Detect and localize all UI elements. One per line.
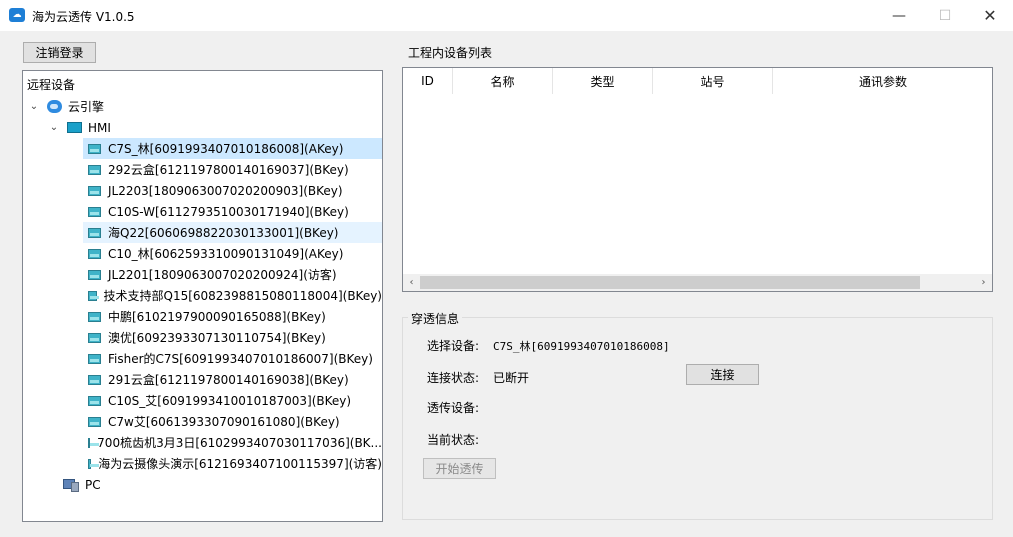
close-button[interactable]: ✕ — [967, 0, 1013, 31]
device-label: C7w艾[6061393307090161080](BKey) — [108, 415, 340, 429]
device-label: 291云盒[6121197800140169038](BKey) — [108, 373, 349, 387]
chevron-down-icon[interactable]: ⌄ — [47, 122, 61, 133]
tree-node-label: 云引擎 — [68, 100, 105, 114]
tree-item-device[interactable]: C7w艾[6061393307090161080](BKey) — [83, 411, 382, 432]
column-header-comm-params[interactable]: 通讯参数 — [773, 68, 992, 94]
scroll-right-icon[interactable]: › — [975, 274, 992, 291]
tree-item-device[interactable]: 海为云摄像头演示[6121693407100115397](访客) — [83, 453, 382, 474]
device-icon — [88, 416, 101, 427]
tree-node-label: PC — [85, 477, 101, 492]
tree-node-cloud[interactable]: ⌄ 云引擎 — [27, 96, 104, 117]
tree-item-device[interactable]: C10_林[6062593310090131049](AKey) — [83, 243, 382, 264]
select-device-label: 选择设备: — [427, 339, 480, 353]
device-list-label: 工程内设备列表 — [408, 46, 493, 60]
device-label: 中鹏[6102197900090165088](BKey) — [108, 310, 326, 324]
device-icon — [88, 374, 101, 385]
device-label: 澳优[6092393307130110754](BKey) — [108, 331, 326, 345]
tree-node-pc[interactable]: PC — [63, 474, 101, 495]
tree-item-device[interactable]: JL2201[1809063007020200924](访客) — [83, 264, 382, 285]
tree-item-device[interactable]: 海Q22[6060698822030133001](BKey) — [83, 222, 382, 243]
device-icon — [88, 164, 101, 175]
device-label: 700梳齿机3月3日[6102993407030117036](BK... — [97, 436, 382, 450]
device-label: Fisher的C7S[6091993407010186007](BKey) — [108, 352, 373, 366]
cloud-engine-icon — [47, 100, 62, 113]
start-passthrough-button[interactable]: 开始透传 — [423, 458, 496, 479]
device-label: C10S_艾[6091993410010187003](BKey) — [108, 394, 352, 408]
cloud-icon: ☁ — [9, 8, 25, 22]
tree-item-device[interactable]: JL2203[1809063007020200903](BKey) — [83, 180, 382, 201]
logout-button[interactable]: 注销登录 — [23, 42, 96, 63]
tree-item-device[interactable]: 技术支持部Q15[6082398815080118004](BKey) — [83, 285, 382, 306]
passthrough-group — [402, 317, 993, 520]
chevron-down-icon[interactable]: ⌄ — [27, 101, 41, 112]
horizontal-scrollbar[interactable]: ‹ › — [403, 274, 992, 291]
tree-node-hmi[interactable]: ⌄ HMI — [47, 117, 111, 138]
device-icon — [88, 206, 101, 217]
scroll-thumb[interactable] — [420, 276, 920, 289]
hmi-icon — [67, 122, 82, 133]
tree-item-device[interactable]: C10S-W[6112793510030171940](BKey) — [83, 201, 382, 222]
tree-item-device[interactable]: C10S_艾[6091993410010187003](BKey) — [83, 390, 382, 411]
device-icon — [88, 143, 101, 154]
device-icon — [88, 227, 101, 238]
title-bar: ☁ 海为云透传 V1.0.5 — ☐ ✕ — [0, 0, 1013, 31]
device-icon — [88, 395, 101, 406]
device-label: JL2201[1809063007020200924](访客) — [108, 268, 337, 282]
maximize-button[interactable]: ☐ — [922, 0, 968, 31]
device-label: C7S_林[6091993407010186008](AKey) — [108, 142, 344, 156]
device-label: 技术支持部Q15[6082398815080118004](BKey) — [103, 289, 383, 303]
close-icon: ✕ — [983, 6, 997, 25]
device-icon — [88, 290, 99, 301]
minimize-button[interactable]: — — [876, 0, 922, 31]
device-icon — [88, 269, 101, 280]
device-icon — [88, 437, 100, 448]
current-state-label: 当前状态: — [427, 433, 480, 447]
device-list-table[interactable]: ID 名称 类型 站号 通讯参数 ‹ › — [402, 67, 993, 292]
tree-item-device[interactable]: 291云盒[6121197800140169038](BKey) — [83, 369, 382, 390]
tree-node-label: HMI — [88, 120, 111, 135]
device-label: C10_林[6062593310090131049](AKey) — [108, 247, 344, 261]
device-icon — [88, 185, 101, 196]
passthrough-group-title: 穿透信息 — [408, 310, 463, 327]
maximize-icon: ☐ — [938, 7, 952, 24]
column-header-id[interactable]: ID — [403, 68, 453, 94]
tree-item-device[interactable]: 澳优[6092393307130110754](BKey) — [83, 327, 382, 348]
pc-icon — [63, 479, 79, 492]
passthrough-device-label: 透传设备: — [427, 401, 480, 415]
select-device-value: C7S_林[6091993407010186008] — [493, 340, 670, 353]
tree-item-device[interactable]: 292云盒[6121197800140169037](BKey) — [83, 159, 382, 180]
device-icon — [88, 311, 101, 322]
device-icon — [88, 248, 101, 259]
device-label: 海为云摄像头演示[6121693407100115397](访客) — [98, 457, 382, 471]
tree-item-device[interactable]: 中鹏[6102197900090165088](BKey) — [83, 306, 382, 327]
connect-button[interactable]: 连接 — [686, 364, 759, 385]
device-icon — [88, 332, 101, 343]
minimize-icon: — — [892, 7, 906, 24]
tree-item-device[interactable]: 700梳齿机3月3日[6102993407030117036](BK... — [83, 432, 382, 453]
column-header-type[interactable]: 类型 — [553, 68, 653, 94]
connection-status-value: 已断开 — [493, 371, 530, 385]
column-header-name[interactable]: 名称 — [453, 68, 553, 94]
tree-item-device[interactable]: Fisher的C7S[6091993407010186007](BKey) — [83, 348, 382, 369]
scroll-left-icon[interactable]: ‹ — [403, 274, 420, 291]
device-icon — [88, 353, 101, 364]
device-tree[interactable]: 远程设备 ⌄ 云引擎 ⌄ HMI C7S_林[60919934070101860… — [22, 70, 383, 522]
column-header-station[interactable]: 站号 — [653, 68, 773, 94]
tree-item-device[interactable]: C7S_林[6091993407010186008](AKey) — [83, 138, 382, 159]
tree-header: 远程设备 — [27, 78, 76, 92]
window-title: 海为云透传 V1.0.5 — [32, 10, 135, 24]
device-label: 292云盒[6121197800140169037](BKey) — [108, 163, 349, 177]
device-label: C10S-W[6112793510030171940](BKey) — [108, 204, 349, 219]
device-label: JL2203[1809063007020200903](BKey) — [108, 183, 343, 198]
connection-status-label: 连接状态: — [427, 371, 480, 385]
device-label: 海Q22[6060698822030133001](BKey) — [108, 226, 339, 240]
device-icon — [88, 458, 100, 469]
